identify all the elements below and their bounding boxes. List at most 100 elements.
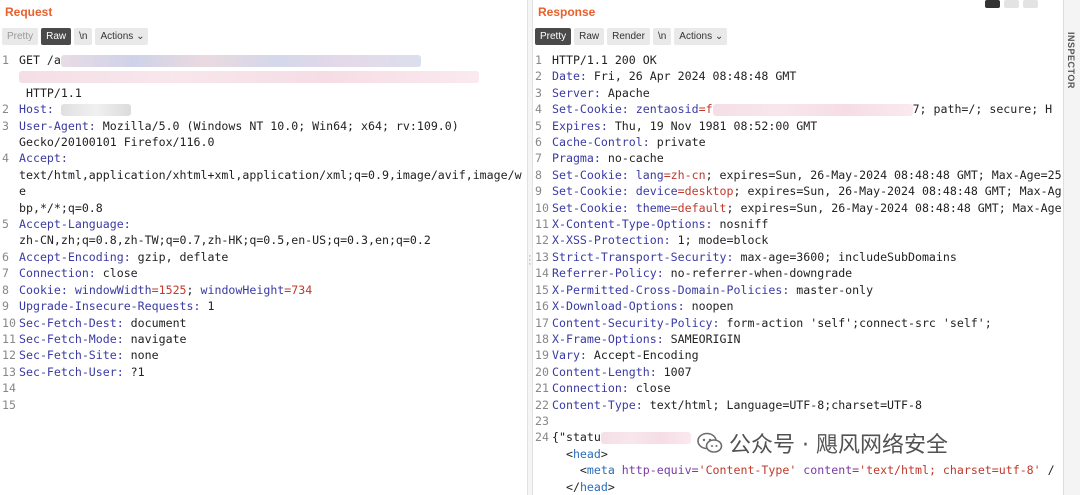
line-content: Referrer-Policy: no-referrer-when-downgr… [552, 265, 1063, 281]
line-content: zh-CN,zh;q=0.8,zh-TW;q=0.7,zh-HK;q=0.5,e… [19, 232, 527, 248]
code-line: 18 X-Frame-Options: SAMEORIGIN [533, 331, 1063, 347]
tab-pretty[interactable]: Pretty [535, 28, 572, 45]
code-text: Fri, 26 Apr 2024 08:48:48 GMT [586, 69, 797, 84]
redacted-text [60, 103, 131, 116]
code-line: <meta http-equiv='Content-Type' content=… [533, 462, 1063, 478]
line-number: 1 [2, 53, 9, 67]
line-content: Sec-Fetch-User: ?1 [19, 364, 527, 380]
code-line: 3 User-Agent: Mozilla/5.0 (Windows NT 10.… [0, 118, 527, 134]
line-number: 13 [2, 364, 16, 379]
code-text: Mozilla/5.0 (Windows NT 10.0; Win64; x64… [95, 118, 459, 133]
header-value-highlight: =desktop [677, 184, 734, 199]
tab-raw[interactable]: Raw [574, 28, 605, 45]
code-line: 15 X-Permitted-Cross-Domain-Policies: mas… [533, 282, 1063, 298]
code-text: ; expires=Sun, 26-May-2024 08:48:48 GMT;… [733, 184, 1062, 199]
line-number: 17 [535, 315, 549, 330]
code-line: 4 Accept: [0, 150, 527, 166]
code-text: no-cache [600, 151, 664, 166]
code-line: 7 Pragma: no-cache [533, 150, 1063, 166]
request-title: Request [5, 5, 53, 19]
code-line: 10 Set-Cookie: theme=default; expires=Sun… [533, 200, 1063, 216]
code-line: 19 Vary: Accept-Encoding [533, 347, 1063, 363]
request-pane: Request Pretty Raw \n Actions ⌄ 1 GET /a … [0, 0, 527, 495]
header-name: Upgrade-Insecure-Requests: [19, 299, 201, 314]
code-text: no-referrer-when-downgrade [663, 266, 853, 281]
line-number: 24 [535, 430, 549, 445]
header-name: Sec-Fetch-Dest: [19, 315, 124, 330]
header-name: Host: [19, 102, 54, 117]
actions-dropdown[interactable]: Actions ⌄ [95, 28, 149, 45]
line-number: 9 [2, 299, 9, 314]
code-line: 17 Content-Security-Policy: form-action '… [533, 315, 1063, 331]
header-value-highlight: =default [670, 200, 727, 215]
code-text: ; expires=Sun, 26-May-2024 08:48:48 GMT;… [705, 167, 1062, 182]
response-view-tabs: Pretty Raw Render \n Actions ⌄ [535, 28, 728, 45]
line-number: 5 [2, 217, 9, 232]
header-name: Cache-Control: [552, 135, 650, 150]
line-content [19, 380, 527, 396]
code-line: 4 Set-Cookie: zentaosid=f 7; path=/; secur… [533, 101, 1063, 117]
line-number: 3 [2, 118, 9, 133]
line-content: User-Agent: Mozilla/5.0 (Windows NT 10.0… [19, 118, 527, 134]
line-number: 11 [2, 331, 16, 346]
code-text: gzip, deflate [130, 249, 229, 264]
header-name: Accept-Encoding: [19, 249, 131, 264]
code-text: Thu, 19 Nov 1981 08:52:00 GMT [607, 118, 818, 133]
code-text: close [628, 381, 671, 396]
code-text: 1 [200, 299, 215, 314]
code-line: bp,*/*;q=0.8 [0, 200, 527, 216]
line-content: Vary: Accept-Encoding [552, 347, 1063, 363]
drag-handle-icon[interactable]: · · · [528, 251, 532, 270]
code-text: 7; path=/; secure; H [912, 102, 1053, 117]
line-content: Server: Apache [552, 85, 1063, 101]
code-line: </head> [533, 479, 1063, 495]
code-line: 11 Sec-Fetch-Mode: navigate [0, 331, 527, 347]
line-content: Set-Cookie: device=desktop; expires=Sun,… [552, 183, 1063, 199]
header-name: User-Agent: [19, 118, 96, 133]
code-text: < [552, 446, 573, 461]
line-content: Date: Fri, 26 Apr 2024 08:48:48 GMT [552, 68, 1063, 84]
tab-newline[interactable]: \n [652, 28, 672, 45]
line-number: 6 [535, 135, 542, 150]
line-number: 4 [2, 151, 9, 166]
tab-newline[interactable]: \n [74, 28, 93, 45]
layout-vertical-icon[interactable] [1023, 0, 1038, 8]
layout-split-icon[interactable] [985, 0, 1000, 8]
code-text: 'text/html; charset=utf-8' [859, 463, 1041, 478]
code-line: 1 GET /a [0, 52, 527, 68]
line-content: <meta http-equiv='Content-Type' content=… [552, 462, 1063, 478]
header-name: lang [628, 167, 664, 182]
code-text: text/html; Language=UTF-8;charset=UTF-8 [642, 397, 922, 412]
code-text: zh-CN,zh;q=0.8,zh-TW;q=0.7,zh-HK;q=0.5,e… [19, 233, 431, 248]
header-name: device [628, 184, 678, 199]
code-text: noopen [684, 299, 734, 314]
code-line: 20 Content-Length: 1007 [533, 364, 1063, 380]
code-line: 9 Upgrade-Insecure-Requests: 1 [0, 298, 527, 314]
line-number: 2 [535, 69, 542, 84]
line-content: bp,*/*;q=0.8 [19, 200, 527, 216]
tab-pretty[interactable]: Pretty [2, 28, 39, 45]
header-name: Referrer-Policy: [552, 266, 664, 281]
line-number [0, 68, 19, 84]
tab-render[interactable]: Render [607, 28, 650, 45]
line-content: Connection: close [19, 265, 527, 281]
line-number: 23 [535, 413, 549, 428]
request-editor[interactable]: 1 GET /a HTTP/1.1 2 Host: 3 User-Agent: Mozi… [0, 52, 527, 495]
code-text: private [649, 135, 706, 150]
layout-horizontal-icon[interactable] [1004, 0, 1019, 8]
code-line: 5 Expires: Thu, 19 Nov 1981 08:52:00 GMT [533, 118, 1063, 134]
code-text: ?1 [123, 364, 145, 379]
watermark: 公众号 · 飓风网络安全 [697, 427, 948, 459]
tab-raw[interactable]: Raw [41, 28, 72, 45]
header-name: Content-Security-Policy: [552, 315, 720, 330]
actions-dropdown[interactable]: Actions ⌄ [674, 28, 728, 45]
redacted-text [19, 70, 479, 83]
line-content: HTTP/1.1 200 OK [552, 52, 1063, 68]
code-text: http-equiv= [614, 463, 699, 478]
inspector-sidebar[interactable]: INSPECTOR [1063, 0, 1080, 495]
code-line: 12 Sec-Fetch-Site: none [0, 347, 527, 363]
line-number [533, 446, 552, 462]
line-content: Set-Cookie: theme=default; expires=Sun, … [552, 200, 1063, 216]
line-content: Expires: Thu, 19 Nov 1981 08:52:00 GMT [552, 118, 1063, 134]
line-content: Content-Type: text/html; Language=UTF-8;… [552, 397, 1063, 413]
